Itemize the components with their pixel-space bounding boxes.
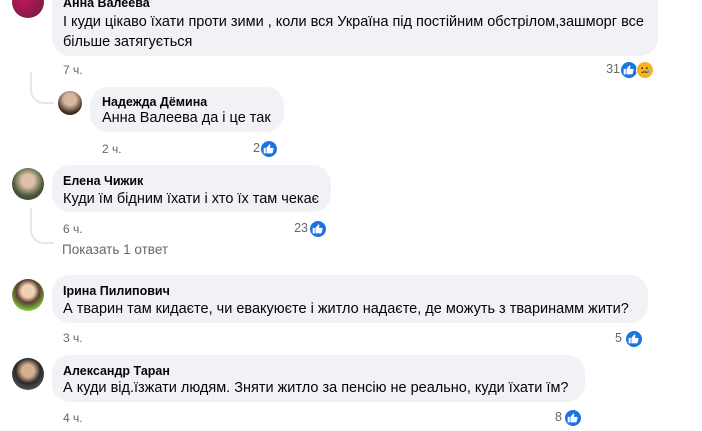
- avatar[interactable]: [12, 0, 44, 18]
- reaction-count[interactable]: 31: [600, 62, 620, 76]
- show-replies-link[interactable]: Показать 1 ответ: [62, 242, 168, 257]
- reaction-count[interactable]: 23: [284, 221, 308, 235]
- comment-time[interactable]: 3 ч.: [63, 331, 83, 345]
- comment-text: Анна Валеева да і це так: [102, 108, 282, 128]
- comment-text: А куди від.їзжати людям. Зняти житло за …: [63, 380, 569, 396]
- comment-author[interactable]: Ірина Пилипович: [63, 284, 170, 298]
- comment-time[interactable]: 7 ч.: [63, 63, 83, 77]
- comment-author[interactable]: Александр Таран: [63, 364, 170, 378]
- comment-text: І куди цікаво їхати проти зими , коли вс…: [63, 14, 644, 50]
- comment-text: Куди їм бідним їхати і хто їх там чекає: [63, 191, 320, 207]
- avatar[interactable]: [58, 91, 82, 115]
- like-icon[interactable]: [625, 330, 643, 348]
- avatar[interactable]: [12, 168, 44, 200]
- mention-link[interactable]: Анна Валеева: [102, 110, 198, 126]
- like-icon[interactable]: [260, 140, 278, 158]
- reaction-count[interactable]: 5: [606, 331, 622, 345]
- sad-icon[interactable]: [636, 61, 654, 79]
- comment-author[interactable]: Елена Чижик: [63, 174, 143, 188]
- reaction-count[interactable]: 2: [244, 141, 260, 155]
- comment-author[interactable]: Надежда Дёмина: [102, 95, 207, 109]
- avatar[interactable]: [12, 279, 44, 311]
- comment-time[interactable]: 2 ч.: [102, 142, 122, 156]
- avatar[interactable]: [12, 358, 44, 390]
- comment-author[interactable]: Анна Валеева: [63, 0, 150, 10]
- comment-time[interactable]: 4 ч.: [63, 411, 83, 425]
- like-icon[interactable]: [564, 409, 582, 427]
- thread-line: [30, 208, 54, 244]
- like-icon[interactable]: [309, 220, 327, 238]
- comment-time[interactable]: 6 ч.: [63, 222, 83, 236]
- reaction-count[interactable]: 8: [546, 410, 562, 424]
- comment-text-rest: да і це так: [197, 110, 271, 126]
- thread-line: [30, 72, 54, 104]
- comment-text: А тварин там кидаєте, чи евакуюєте і жит…: [63, 301, 629, 317]
